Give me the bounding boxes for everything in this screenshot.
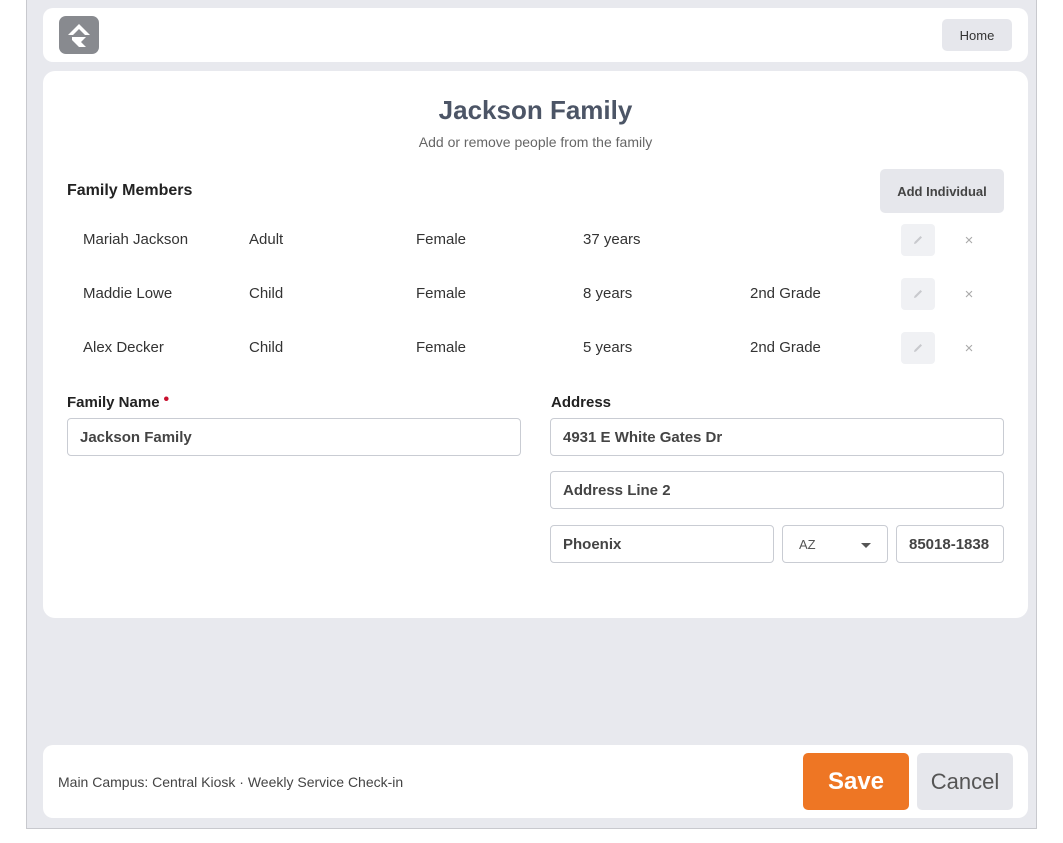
family-name-input[interactable]: Jackson Family [67, 418, 521, 456]
pencil-icon [914, 290, 922, 298]
member-name: Maddie Lowe [83, 285, 173, 302]
member-name: Mariah Jackson [83, 231, 189, 248]
home-button[interactable]: Home [942, 19, 1012, 51]
address-label: Address [551, 394, 612, 411]
zip-input[interactable]: 85018-1838 [896, 525, 1004, 563]
edit-member-button[interactable] [901, 278, 935, 310]
rock-logo-icon[interactable] [59, 16, 99, 54]
remove-member-button[interactable]: × [957, 224, 981, 256]
family-name-label-text: Family Name [67, 394, 160, 411]
member-gender: Female [416, 285, 467, 302]
address-line1-input[interactable]: 4931 E White Gates Dr [550, 418, 1004, 456]
member-grade: 2nd Grade [750, 285, 821, 302]
save-button[interactable]: Save [803, 753, 909, 810]
kiosk-location-text: Main Campus: Central Kiosk · Weekly Serv… [58, 774, 404, 790]
pencil-icon [914, 344, 922, 352]
remove-member-button[interactable]: × [957, 278, 981, 310]
page-title: Jackson Family [438, 95, 633, 125]
member-age: 8 years [583, 285, 633, 302]
state-value: AZ [799, 536, 816, 552]
caret-down-icon [861, 543, 871, 548]
member-role: Adult [249, 231, 284, 248]
member-gender: Female [416, 231, 467, 248]
required-indicator: • [163, 391, 170, 408]
city-input[interactable]: Phoenix [550, 525, 774, 563]
add-individual-button[interactable]: Add Individual [880, 169, 1004, 213]
member-row[interactable]: Mariah Jackson Adult Female 37 years × [43, 220, 1028, 260]
member-gender: Female [416, 339, 467, 356]
member-role: Child [249, 339, 284, 356]
member-role: Child [249, 285, 284, 302]
edit-member-button[interactable] [901, 224, 935, 256]
header-bar: Home [43, 8, 1028, 62]
family-name-label: Family Name • [67, 391, 170, 412]
family-card: Jackson Family Add or remove people from… [43, 71, 1028, 618]
family-members-heading: Family Members [67, 182, 193, 199]
state-select[interactable]: AZ [782, 525, 888, 563]
footer-bar: Main Campus: Central Kiosk · Weekly Serv… [43, 745, 1028, 818]
address-line2-input[interactable]: Address Line 2 [550, 471, 1004, 509]
member-name: Alex Decker [83, 339, 164, 356]
remove-member-button[interactable]: × [957, 332, 981, 364]
member-row[interactable]: Maddie Lowe Child Female 8 years 2nd Gra… [43, 274, 1028, 314]
member-age: 5 years [583, 339, 633, 356]
cancel-button[interactable]: Cancel [917, 753, 1013, 810]
pencil-icon [914, 236, 922, 244]
member-grade: 2nd Grade [750, 339, 821, 356]
member-age: 37 years [583, 231, 641, 248]
page-subtitle: Add or remove people from the family [418, 134, 653, 150]
member-row[interactable]: Alex Decker Child Female 5 years 2nd Gra… [43, 328, 1028, 368]
edit-member-button[interactable] [901, 332, 935, 364]
